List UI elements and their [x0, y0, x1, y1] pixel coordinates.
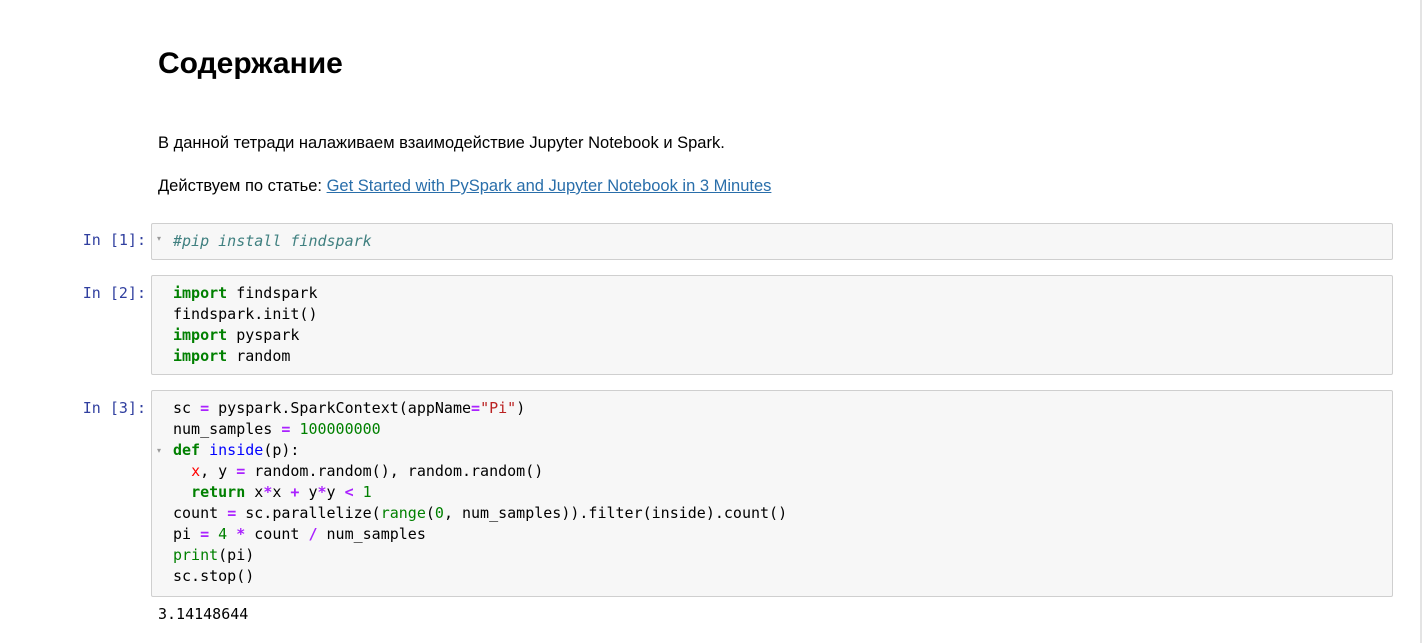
code-token: findspark [227, 284, 318, 302]
code-line: import findspark [173, 283, 318, 304]
code-token: import [173, 347, 228, 365]
page-title: Содержание [158, 47, 343, 80]
code-token: random [227, 347, 291, 365]
article-link[interactable]: Get Started with PySpark and Jupyter Not… [327, 177, 772, 195]
code-line: count = sc.parallelize(range(0, num_samp… [173, 503, 787, 524]
code-line: print(pi) [173, 545, 787, 566]
code-token: pi [173, 525, 201, 543]
code-token: num_samples [317, 525, 426, 543]
code-token: = [471, 399, 481, 417]
code-token: random.random(), random.random() [245, 462, 544, 480]
code-token: 100000000 [299, 420, 381, 438]
code-token: 4 [218, 525, 228, 543]
code-line: x, y = random.random(), random.random() [173, 461, 787, 482]
code-line: #pip install findspark [173, 231, 372, 252]
code-token: = [200, 525, 210, 543]
code-cell-3[interactable]: ▾ sc = pyspark.SparkContext(appName="Pi"… [151, 390, 1393, 597]
code-token: #pip install findspark [173, 232, 372, 250]
cell-3-output: 3.14148644 [158, 605, 249, 623]
code-line: import pyspark [173, 325, 318, 346]
code-token: y [326, 483, 345, 501]
code-token: sc.parallelize( [236, 504, 381, 522]
code-token: import [173, 326, 228, 344]
code-token: x [191, 462, 201, 480]
code-token: 1 [362, 483, 372, 501]
code-token: def [173, 441, 201, 459]
code-editor-1[interactable]: #pip install findspark [173, 231, 372, 252]
code-token: import [173, 284, 228, 302]
fold-arrow-icon[interactable]: ▾ [155, 234, 163, 243]
code-token: * [236, 525, 246, 543]
code-token: sc [173, 399, 201, 417]
code-editor-2[interactable]: import findspark findspark.init() import p… [173, 283, 318, 367]
code-token: y [299, 483, 318, 501]
code-line: return x*x + y*y < 1 [173, 482, 787, 503]
code-token: num_samples [173, 420, 282, 438]
code-token: * [317, 483, 327, 501]
code-token: count [173, 504, 228, 522]
cell-1-prompt: In [1]: [82, 231, 146, 249]
code-cell-1[interactable]: ▾ #pip install findspark [151, 223, 1393, 260]
cell-3-prompt: In [3]: [82, 399, 146, 417]
code-editor-3[interactable]: sc = pyspark.SparkContext(appName="Pi") n… [173, 398, 787, 587]
code-line: num_samples = 100000000 [173, 419, 787, 440]
code-token: ) [516, 399, 526, 417]
code-token: = [200, 399, 210, 417]
code-token: "Pi" [480, 399, 517, 417]
code-token: pyspark.SparkContext(appName [209, 399, 472, 417]
code-token: count [245, 525, 309, 543]
code-token: ( [425, 504, 435, 522]
code-token: < [344, 483, 354, 501]
code-token: x [245, 483, 264, 501]
fold-arrow-icon[interactable]: ▾ [155, 446, 163, 455]
cell-2-prompt: In [2]: [82, 284, 146, 302]
code-token: inside [209, 441, 264, 459]
code-token: x [272, 483, 291, 501]
code-token: , y [200, 462, 237, 480]
code-line: def inside(p): [173, 440, 787, 461]
code-line: findspark.init() [173, 304, 318, 325]
code-token: = [236, 462, 246, 480]
code-token: * [263, 483, 273, 501]
code-line: pi = 4 * count / num_samples [173, 524, 787, 545]
code-line: sc = pyspark.SparkContext(appName="Pi") [173, 398, 787, 419]
code-token: range [380, 504, 426, 522]
code-token: (pi) [218, 546, 255, 564]
source-prefix: Действуем по статье: [158, 177, 327, 195]
code-token: 0 [434, 504, 444, 522]
code-cell-2[interactable]: import findspark findspark.init() import p… [151, 275, 1393, 375]
code-line: sc.stop() [173, 566, 787, 587]
source-paragraph: Действуем по статье: Get Started with Py… [158, 177, 771, 196]
code-token: return [191, 483, 246, 501]
code-token: = [227, 504, 237, 522]
code-token: (p): [263, 441, 300, 459]
intro-paragraph: В данной тетради налаживаем взаимодейств… [158, 134, 725, 152]
code-token: pyspark [227, 326, 300, 344]
code-token: sc.stop() [173, 567, 255, 585]
code-token: findspark.init() [173, 305, 318, 323]
code-token: print [173, 546, 219, 564]
code-line: import random [173, 346, 318, 367]
code-token: , num_samples)).filter(inside).count() [443, 504, 788, 522]
code-token: / [308, 525, 318, 543]
